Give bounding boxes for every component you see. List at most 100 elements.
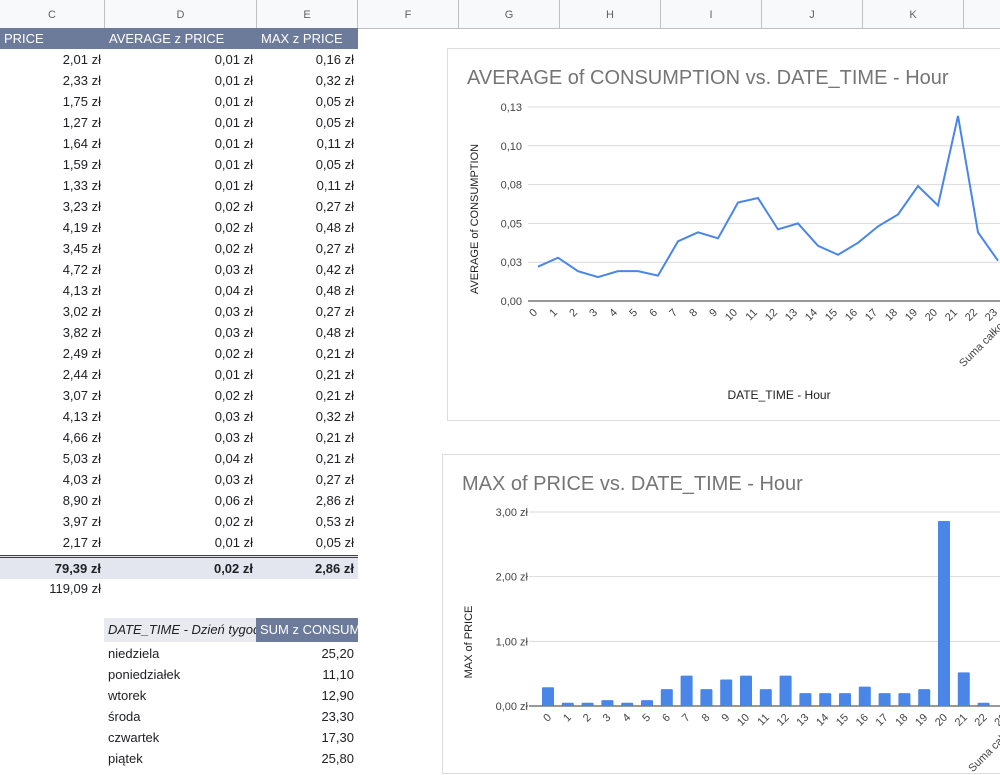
bar[interactable] bbox=[898, 693, 911, 706]
cell-price[interactable]: 1,27 zł bbox=[0, 112, 105, 133]
bar[interactable] bbox=[581, 702, 594, 706]
bar[interactable] bbox=[700, 689, 713, 706]
pivot-header-price[interactable]: PRICE bbox=[0, 28, 105, 49]
cell-price[interactable]: 1,59 zł bbox=[0, 154, 105, 175]
cell-price[interactable]: 8,90 zł bbox=[0, 490, 105, 511]
cell-price[interactable]: 2,33 zł bbox=[0, 70, 105, 91]
bar[interactable] bbox=[561, 702, 574, 706]
line-chart-consumption[interactable]: AVERAGE of CONSUMPTION vs. DATE_TIME - H… bbox=[447, 48, 1000, 421]
cell-avg-price[interactable]: 0,02 zł bbox=[105, 343, 257, 364]
cell-max-price[interactable]: 0,11 zł bbox=[257, 133, 358, 154]
cell-max-price[interactable]: 2,86 zł bbox=[257, 490, 358, 511]
bar[interactable] bbox=[839, 693, 851, 706]
bar[interactable] bbox=[660, 689, 673, 706]
cell-max-price[interactable]: 0,27 zł bbox=[257, 469, 358, 490]
cell-avg-price[interactable]: 0,02 zł bbox=[105, 385, 257, 406]
cell-avg-price[interactable]: 0,01 zł bbox=[105, 49, 257, 70]
weekday-sum[interactable]: 11,10 bbox=[256, 664, 354, 685]
cell-price[interactable]: 4,66 zł bbox=[0, 427, 105, 448]
cell-avg-price[interactable]: 0,01 zł bbox=[105, 112, 257, 133]
weekday-label[interactable]: środa bbox=[108, 706, 256, 727]
cell-avg-price[interactable]: 0,04 zł bbox=[105, 280, 257, 301]
column-header-h[interactable]: H bbox=[560, 0, 661, 28]
cell-avg-price[interactable]: 0,02 zł bbox=[105, 511, 257, 532]
cell-avg-price[interactable]: 0,03 zł bbox=[105, 406, 257, 427]
bar-chart-price[interactable]: MAX of PRICE vs. DATE_TIME - Hour 0,00 z… bbox=[442, 454, 1000, 775]
bar[interactable] bbox=[918, 689, 931, 706]
cell-avg-price[interactable]: 0,01 zł bbox=[105, 154, 257, 175]
cell-avg-price[interactable]: 0,03 zł bbox=[105, 301, 257, 322]
cell-max-price[interactable]: 0,27 zł bbox=[257, 196, 358, 217]
cell-max-price[interactable]: 0,05 zł bbox=[257, 112, 358, 133]
cell-avg-price[interactable]: 0,01 zł bbox=[105, 91, 257, 112]
cell-max-price[interactable]: 0,21 zł bbox=[257, 448, 358, 469]
bar[interactable] bbox=[938, 521, 950, 706]
bar[interactable] bbox=[858, 686, 871, 706]
weekday-label[interactable]: czwartek bbox=[108, 727, 256, 748]
cell-avg-price[interactable]: 0,03 zł bbox=[105, 322, 257, 343]
cell-price[interactable]: 2,01 zł bbox=[0, 49, 105, 70]
cell-avg-price[interactable]: 0,01 zł bbox=[105, 175, 257, 196]
weekday-sum[interactable]: 25,20 bbox=[256, 643, 354, 664]
cell-max-price[interactable]: 0,53 zł bbox=[257, 511, 358, 532]
cell-avg-price[interactable]: 0,02 zł bbox=[105, 238, 257, 259]
cell-max-price[interactable]: 0,11 zł bbox=[257, 175, 358, 196]
cell-price[interactable]: 4,19 zł bbox=[0, 217, 105, 238]
bar[interactable] bbox=[621, 702, 634, 706]
bar[interactable] bbox=[779, 675, 792, 706]
column-header-d[interactable]: D bbox=[105, 0, 257, 28]
cell-price[interactable]: 3,23 zł bbox=[0, 196, 105, 217]
weekday-label[interactable]: poniedziałek bbox=[108, 664, 256, 685]
cell-price[interactable]: 4,13 zł bbox=[0, 406, 105, 427]
bar[interactable] bbox=[680, 675, 693, 706]
cell-max-price[interactable]: 0,05 zł bbox=[257, 91, 358, 112]
cell-max-price[interactable]: 0,21 zł bbox=[257, 364, 358, 385]
column-header-e[interactable]: E bbox=[257, 0, 358, 28]
cell-max-price[interactable]: 0,21 zł bbox=[257, 343, 358, 364]
cell-avg-price[interactable]: 0,04 zł bbox=[105, 448, 257, 469]
cell-price[interactable]: 2,17 zł bbox=[0, 532, 105, 553]
pivot-header-avg-price[interactable]: AVERAGE z PRICE bbox=[105, 28, 257, 49]
cell-price[interactable]: 4,03 zł bbox=[0, 469, 105, 490]
cell-max-price[interactable]: 0,05 zł bbox=[257, 154, 358, 175]
cell-price[interactable]: 2,44 zł bbox=[0, 364, 105, 385]
weekday-sum[interactable]: 17,30 bbox=[256, 727, 354, 748]
cell-price[interactable]: 5,03 zł bbox=[0, 448, 105, 469]
weekday-label[interactable]: wtorek bbox=[108, 685, 256, 706]
cell-price[interactable]: 3,82 zł bbox=[0, 322, 105, 343]
bar[interactable] bbox=[977, 702, 990, 706]
total-cell[interactable]: 0,02 zł bbox=[105, 558, 257, 579]
cell-max-price[interactable]: 0,16 zł bbox=[257, 49, 358, 70]
cell-price[interactable]: 1,75 zł bbox=[0, 91, 105, 112]
weekday-sum[interactable]: 23,30 bbox=[256, 706, 354, 727]
cell-max-price[interactable]: 0,48 zł bbox=[257, 217, 358, 238]
cell-max-price[interactable]: 0,27 zł bbox=[257, 301, 358, 322]
total-cell[interactable]: 79,39 zł bbox=[0, 558, 105, 579]
cell-avg-price[interactable]: 0,01 zł bbox=[105, 70, 257, 91]
bar[interactable] bbox=[641, 700, 653, 706]
pivot2-header-day[interactable]: DATE_TIME - Dzień tygodnia bbox=[104, 618, 256, 642]
cell-avg-price[interactable]: 0,01 zł bbox=[105, 532, 257, 553]
bar[interactable] bbox=[601, 700, 614, 706]
extra-total-cell[interactable]: 119,09 zł bbox=[0, 578, 105, 599]
column-header-j[interactable]: J bbox=[762, 0, 863, 28]
cell-max-price[interactable]: 0,32 zł bbox=[257, 70, 358, 91]
bar[interactable] bbox=[542, 687, 554, 706]
total-cell[interactable]: 2,86 zł bbox=[257, 558, 358, 579]
cell-avg-price[interactable]: 0,02 zł bbox=[105, 217, 257, 238]
bar[interactable] bbox=[819, 693, 832, 706]
column-header-i[interactable]: I bbox=[661, 0, 762, 28]
bar[interactable] bbox=[799, 693, 812, 706]
cell-avg-price[interactable]: 0,01 zł bbox=[105, 364, 257, 385]
column-header-g[interactable]: G bbox=[459, 0, 560, 28]
pivot2-header-sum[interactable]: SUM z CONSUMPTION bbox=[256, 618, 358, 642]
cell-max-price[interactable]: 0,42 zł bbox=[257, 259, 358, 280]
cell-price[interactable]: 1,33 zł bbox=[0, 175, 105, 196]
cell-price[interactable]: 2,49 zł bbox=[0, 343, 105, 364]
column-header-c[interactable]: C bbox=[0, 0, 105, 28]
cell-price[interactable]: 3,97 zł bbox=[0, 511, 105, 532]
cell-avg-price[interactable]: 0,01 zł bbox=[105, 133, 257, 154]
weekday-sum[interactable]: 25,80 bbox=[256, 748, 354, 769]
cell-price[interactable]: 3,02 zł bbox=[0, 301, 105, 322]
cell-max-price[interactable]: 0,21 zł bbox=[257, 385, 358, 406]
